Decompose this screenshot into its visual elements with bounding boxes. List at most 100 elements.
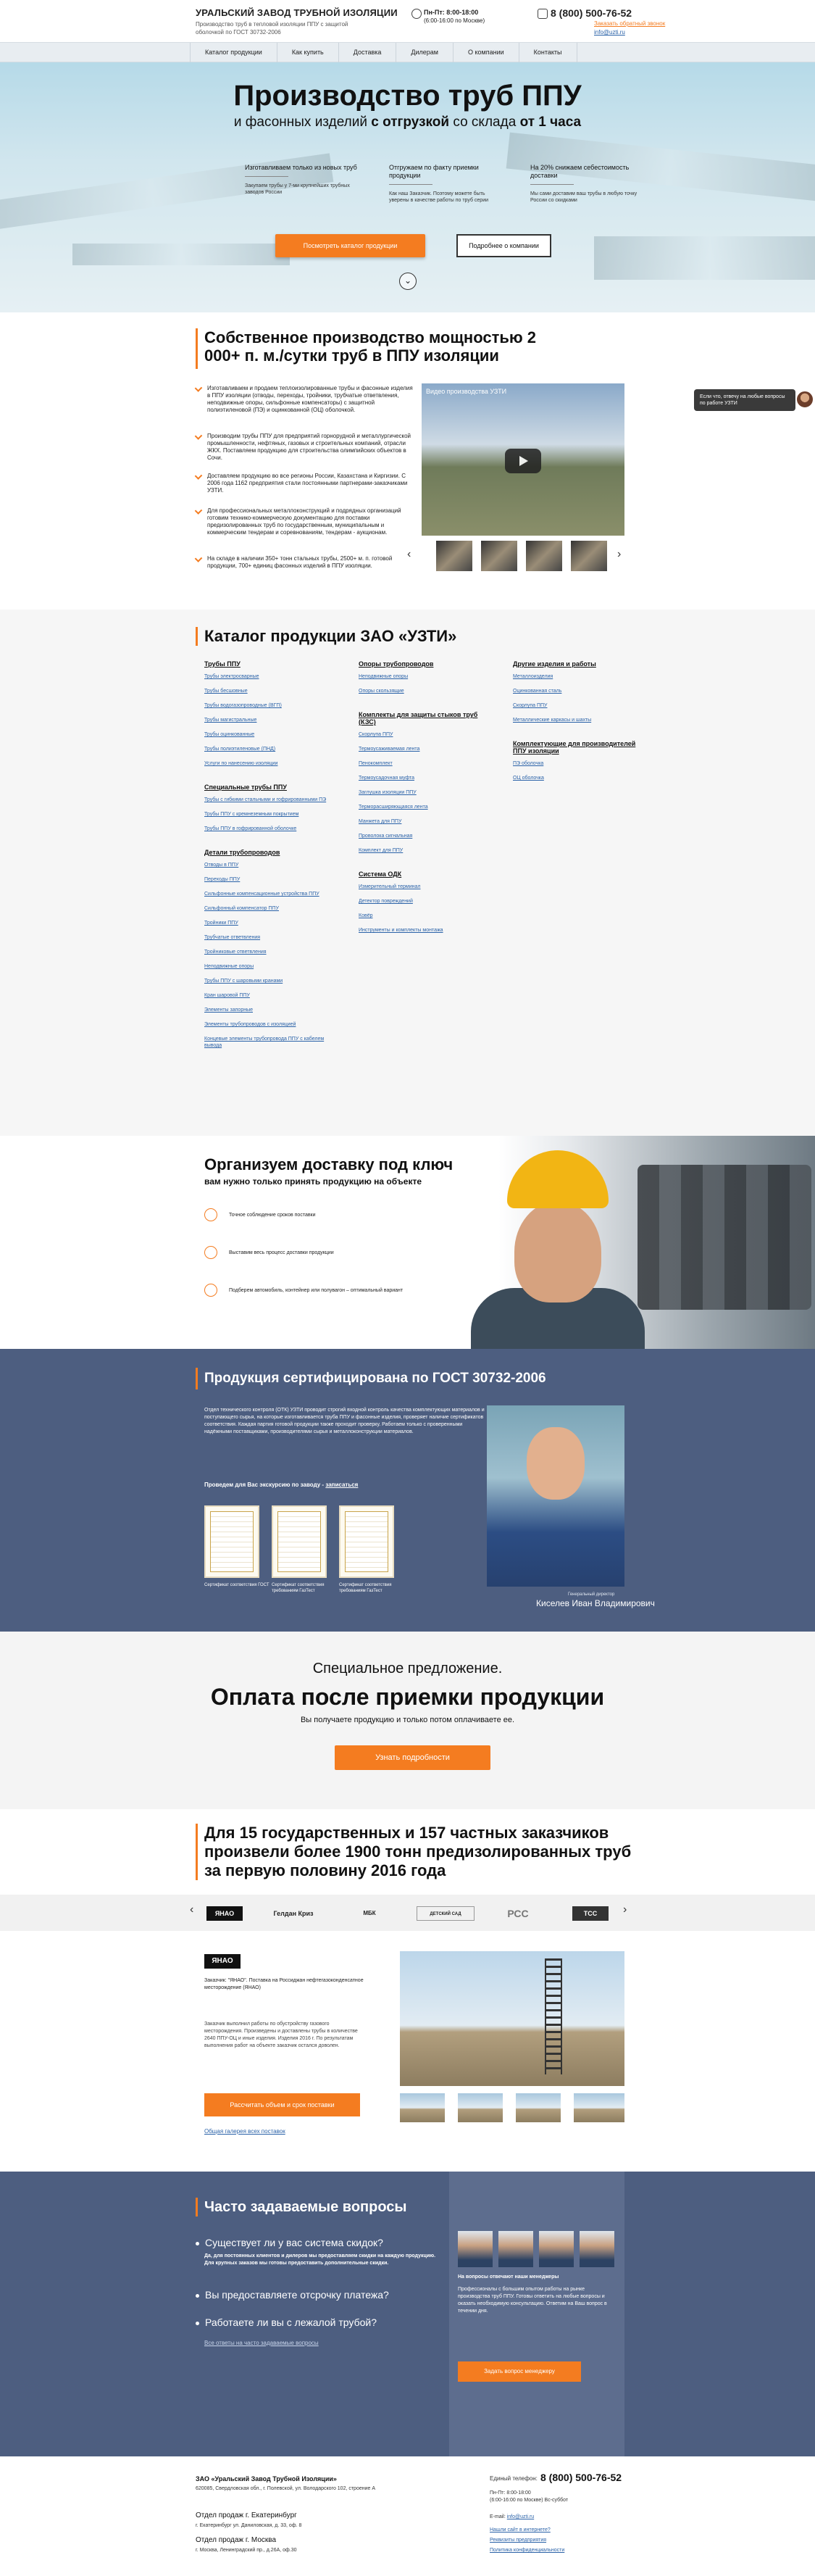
check-icon	[194, 384, 203, 392]
avatar	[580, 2231, 614, 2267]
footer-link[interactable]: Политика конфиденциальности	[490, 2548, 564, 2553]
client-logo[interactable]: МБК	[351, 1906, 388, 1921]
site-footer: ЗАО «Уральский Завод Трубной Изоляции» 6…	[0, 2456, 815, 2576]
client-logo[interactable]: ДЕТСКИЙ САД	[417, 1906, 475, 1921]
offer-section: Специальное предложение. Оплата после пр…	[0, 1632, 815, 1809]
view-catalog-button[interactable]: Посмотреть каталог продукции	[275, 234, 425, 257]
avatar	[539, 2231, 574, 2267]
nav-delivery[interactable]: Доставка	[339, 43, 397, 62]
faq-question[interactable]: Вы предоставляете отсрочку платежа?	[196, 2289, 389, 2301]
learn-more-button[interactable]: Узнать подробности	[335, 1745, 490, 1770]
certificate-image[interactable]	[339, 1505, 394, 1578]
client-logo[interactable]: ТСС	[572, 1906, 609, 1921]
footer-phone[interactable]: 8 (800) 500-76-52	[540, 2472, 622, 2483]
callback-link[interactable]: Заказать обратный звонок	[594, 20, 665, 27]
catalog-title: Каталог продукции ЗАО «УЗТИ»	[204, 627, 457, 645]
certificate-image[interactable]	[272, 1505, 327, 1578]
calculate-button[interactable]: Рассчитать объем и срок поставки	[204, 2093, 360, 2116]
video-thumbnail[interactable]	[481, 541, 517, 571]
case-description: Заказчик выполнил работы по обустройству…	[204, 2022, 358, 2048]
video-title: Видео производства УЗТИ	[426, 388, 507, 395]
footer-hours: Пн-Пт: 8:00-18:00 (6:00-16:00 по Москве) …	[490, 2490, 569, 2503]
director-title: Генеральный директор	[568, 1592, 615, 1597]
office-title: Отдел продаж г. Москва	[196, 2536, 277, 2544]
certificate-image[interactable]	[204, 1505, 259, 1578]
certificate-caption: Сертификат соответствия требованиям ГазТ…	[272, 1583, 325, 1593]
client-logo[interactable]: РСС	[500, 1906, 536, 1921]
video-thumbnail[interactable]	[526, 541, 562, 571]
manager-avatars	[458, 2231, 617, 2267]
production-item: Производим трубы ППУ для предприятий гор…	[194, 432, 413, 462]
nav-contacts[interactable]: Контакты	[519, 43, 577, 62]
catalog-column-2: Опоры трубопроводов Неподвижные опоры Оп…	[359, 660, 478, 933]
hero-section: Производство труб ППУ и фасонных изделий…	[0, 62, 815, 312]
director-name: Киселев Иван Владимирович	[536, 1598, 655, 1608]
delivery-item: Точное соблюдение сроков поставки	[204, 1208, 316, 1221]
faq-question[interactable]: Работаете ли вы с лежалой трубой?	[196, 2317, 377, 2328]
chat-avatar[interactable]	[795, 390, 814, 409]
production-item: На складе в наличии 350+ тонн стальных т…	[194, 554, 413, 570]
case-thumbnail[interactable]	[400, 2093, 445, 2122]
header-phone[interactable]: 8 (800) 500-76-52	[551, 7, 632, 19]
faq-question[interactable]: Существует ли у вас система скидок?	[196, 2237, 383, 2248]
nav-dealers[interactable]: Дилерам	[396, 43, 454, 62]
hand-icon	[204, 1246, 217, 1259]
avatar	[458, 2231, 493, 2267]
company-name[interactable]: УРАЛЬСКИЙ ЗАВОД ТРУБНОЙ ИЗОЛЯЦИИ	[196, 7, 398, 18]
case-photo[interactable]	[400, 1951, 624, 2086]
signup-link[interactable]: записаться	[325, 1482, 358, 1488]
delivery-subtitle: вам нужно только принять продукцию на об…	[204, 1176, 422, 1187]
case-thumbnail[interactable]	[574, 2093, 624, 2122]
play-icon[interactable]	[505, 449, 541, 473]
tour-cta: Проведем для Вас экскурсию по заводу - з…	[204, 1482, 359, 1488]
check-icon	[194, 472, 203, 480]
nav-catalog[interactable]: Каталог продукции	[190, 43, 277, 62]
all-answers-link[interactable]: Все ответы на часто задаваемые вопросы	[204, 2340, 319, 2346]
about-company-button[interactable]: Подробнее о компании	[456, 234, 551, 257]
offer-title: Оплата после приемки продукции	[210, 1684, 605, 1710]
client-logo[interactable]: ЯНАО	[206, 1906, 243, 1921]
footer-link[interactable]: Реквизиты предприятия	[490, 2538, 546, 2543]
office-address: г. Екатеринбург ул. Даниловская, д. 33, …	[196, 2523, 302, 2528]
delivery-item: Выставим весь процесс доставки продукции	[204, 1246, 334, 1259]
video-thumbnail[interactable]	[436, 541, 472, 571]
video-thumbnail[interactable]	[571, 541, 607, 571]
prev-arrow-icon[interactable]: ‹	[190, 1903, 193, 1916]
work-hours: Пн-Пт: 8:00-18:00 (6:00-16:00 по Москве)	[424, 9, 485, 24]
client-logos-strip	[0, 1895, 815, 1931]
office-title: Отдел продаж г. Екатеринбург	[196, 2511, 297, 2519]
phone-icon	[538, 9, 548, 19]
ask-manager-button[interactable]: Задать вопрос менеджеру	[458, 2361, 581, 2382]
check-icon	[194, 554, 203, 562]
case-thumbnail[interactable]	[458, 2093, 503, 2122]
catalog-column-1: Трубы ППУ Трубы электросварные Трубы бес…	[204, 660, 327, 1048]
case-thumbnail[interactable]	[516, 2093, 561, 2122]
offer-text: Вы получаете продукцию и только потом оп…	[300, 1716, 515, 1724]
check-icon	[194, 507, 203, 515]
delivery-section: Организуем доставку под ключ вам нужно т…	[0, 1136, 815, 1349]
footer-email: E-mail: info@uzti.ru	[490, 2514, 535, 2519]
prev-arrow-icon[interactable]: ‹	[407, 548, 411, 561]
nav-about[interactable]: О компании	[454, 43, 519, 62]
next-arrow-icon[interactable]: ›	[617, 548, 621, 561]
certificate-caption: Сертификат соответствия требованиям ГазТ…	[339, 1583, 392, 1593]
clock-icon	[411, 9, 422, 19]
client-logo[interactable]: Гелдан Криз	[264, 1906, 322, 1921]
next-arrow-icon[interactable]: ›	[623, 1903, 627, 1916]
production-item: Для профессиональных металлоконструкций …	[194, 507, 413, 536]
production-video[interactable]: Видео производства УЗТИ	[422, 383, 624, 536]
main-nav: Каталог продукции Как купить Доставка Ди…	[0, 42, 815, 62]
footer-link[interactable]: Нашли сайт в интернете?	[490, 2527, 551, 2533]
production-item: Доставляем продукцию во все регионы Росс…	[194, 472, 413, 494]
gallery-link[interactable]: Общая галерея всех поставок	[204, 2128, 285, 2135]
nav-how-to-buy[interactable]: Как купить	[277, 43, 339, 62]
cert-title: Продукция сертифицирована по ГОСТ 30732-…	[204, 1371, 546, 1386]
production-item: Изготавливаем и продаем теплоизолированн…	[194, 384, 413, 414]
footer-address: 620085, Свердловская обл., г. Полевской,…	[196, 2486, 376, 2491]
delivery-item: Подберем автомобиль, контейнер или полув…	[204, 1284, 403, 1297]
header-email[interactable]: info@uzti.ru	[594, 29, 625, 36]
chevron-down-icon[interactable]: ⌄	[399, 273, 417, 290]
chat-widget[interactable]: Если что, отвечу на любые вопросы по раб…	[694, 389, 795, 411]
faq-title: Часто задаваемые вопросы	[204, 2199, 407, 2215]
office-address: г. Москва, Ленинградский пр., д.26А, оф.…	[196, 2548, 297, 2553]
